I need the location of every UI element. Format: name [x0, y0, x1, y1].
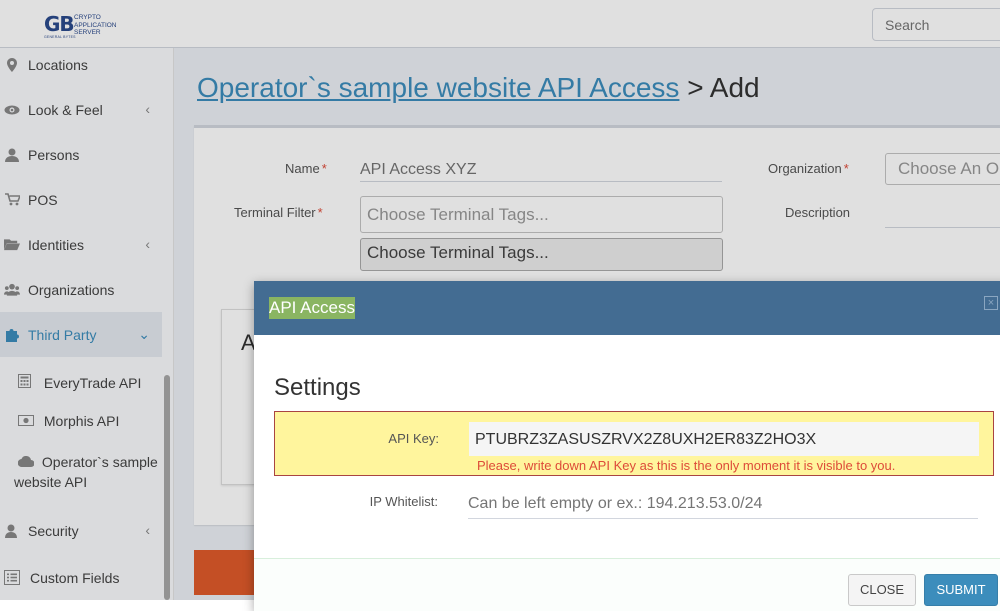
modal-header: API Access ×: [254, 281, 1000, 335]
submit-button[interactable]: SUBMIT: [924, 574, 998, 606]
modal-title: API Access: [269, 297, 355, 319]
close-button[interactable]: CLOSE: [848, 574, 916, 606]
modal-footer: CLOSE SUBMIT: [254, 558, 1000, 611]
api-key-field[interactable]: PTUBRZ3ZASUSZRVX2Z8UXH2ER83Z2HO3X: [469, 422, 979, 456]
api-key-warning: Please, write down API Key as this is th…: [477, 458, 896, 473]
ip-whitelist-label: IP Whitelist:: [369, 494, 438, 509]
close-icon[interactable]: ×: [984, 296, 998, 310]
api-key-row: API Key: PTUBRZ3ZASUSZRVX2Z8UXH2ER83Z2HO…: [274, 411, 994, 476]
api-access-modal: API Access × Settings API Key: PTUBRZ3ZA…: [254, 281, 1000, 611]
settings-heading: Settings: [274, 374, 361, 401]
ip-whitelist-input[interactable]: [468, 489, 978, 519]
api-key-label: API Key:: [388, 431, 439, 446]
